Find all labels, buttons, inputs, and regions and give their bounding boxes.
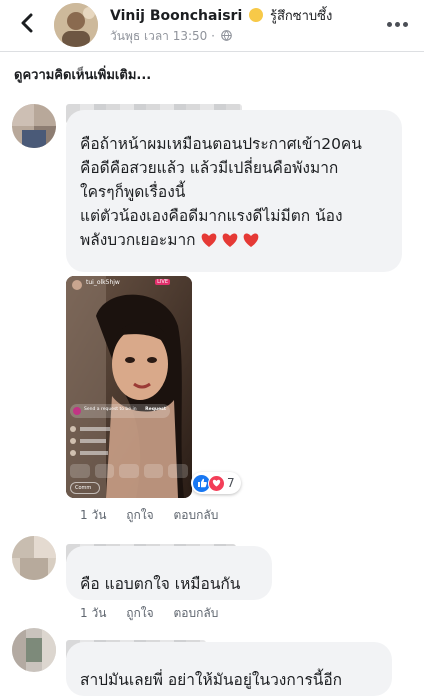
reaction-summary[interactable]: 7	[191, 472, 241, 494]
globe-icon	[220, 30, 232, 41]
reaction-count: 7	[227, 476, 235, 490]
streamer-avatar	[72, 280, 82, 290]
post-header: Vinij Boonchaisri รู้สึกซาบซึ้ง วันพุธ เ…	[0, 0, 424, 52]
comment-time[interactable]: 1 วัน	[80, 508, 106, 522]
comment-text: สาปมันเลยพี่ อย่าให้มันอยู่ในวงการนี้อีก	[80, 671, 343, 689]
author-avatar[interactable]	[54, 3, 98, 47]
author-line: Vinij Boonchaisri รู้สึกซาบซึ้ง	[110, 5, 390, 26]
chevron-left-icon	[21, 13, 33, 33]
view-more-comments-link[interactable]: ดูความคิดเห็นเพิ่มเติม...	[14, 64, 151, 85]
request-icon	[73, 407, 81, 415]
comment-text: คือ แอบตกใจ เหมือนกัน	[80, 575, 241, 593]
emoji-reaction-bar	[70, 464, 188, 478]
more-dots-icon	[386, 21, 392, 27]
streamer-username: tui_olk5hjw	[86, 279, 120, 286]
more-options-button[interactable]	[384, 12, 410, 36]
commenter-avatar[interactable]	[12, 628, 56, 672]
comment-time[interactable]: 1 วัน	[80, 606, 106, 620]
feeling-text: รู้สึกซาบซึ้ง	[270, 9, 333, 24]
post-timestamp[interactable]: วันพุธ เวลา 13:50 ·	[110, 29, 215, 43]
commenter-avatar[interactable]	[12, 536, 56, 580]
comment-text: คือถ้าหน้าผมเหมือนตอนประกาศเข้า20คน คือด…	[80, 135, 362, 249]
feeling-emoji-icon	[249, 8, 264, 22]
comment-actions: 1 วัน ถูกใจ ตอบกลับ	[80, 506, 234, 525]
reply-comment-button[interactable]: ตอบกลับ	[173, 508, 218, 522]
love-reaction-icon	[208, 474, 225, 492]
reply-comment-button[interactable]: ตอบกลับ	[173, 606, 218, 620]
heart-icon	[243, 233, 258, 247]
comment-photo[interactable]: tui_olk5hjw LIVE Send a request to be in…	[66, 276, 192, 498]
commenter-avatar[interactable]	[12, 104, 56, 148]
heart-icon	[201, 233, 216, 247]
live-comment-input: Comm	[70, 482, 100, 494]
like-comment-button[interactable]: ถูกใจ	[126, 508, 153, 522]
join-request-banner: Send a request to be in Request	[70, 404, 170, 418]
back-button[interactable]	[12, 8, 42, 38]
author-name[interactable]: Vinij Boonchaisri	[110, 8, 242, 24]
like-comment-button[interactable]: ถูกใจ	[126, 606, 153, 620]
heart-icon	[222, 233, 237, 247]
comment-actions: 1 วัน ถูกใจ ตอบกลับ	[80, 604, 234, 623]
post-meta: วันพุธ เวลา 13:50 ·	[110, 27, 232, 46]
hearts-emoji-group	[200, 232, 260, 248]
live-badge: LIVE	[155, 279, 170, 285]
